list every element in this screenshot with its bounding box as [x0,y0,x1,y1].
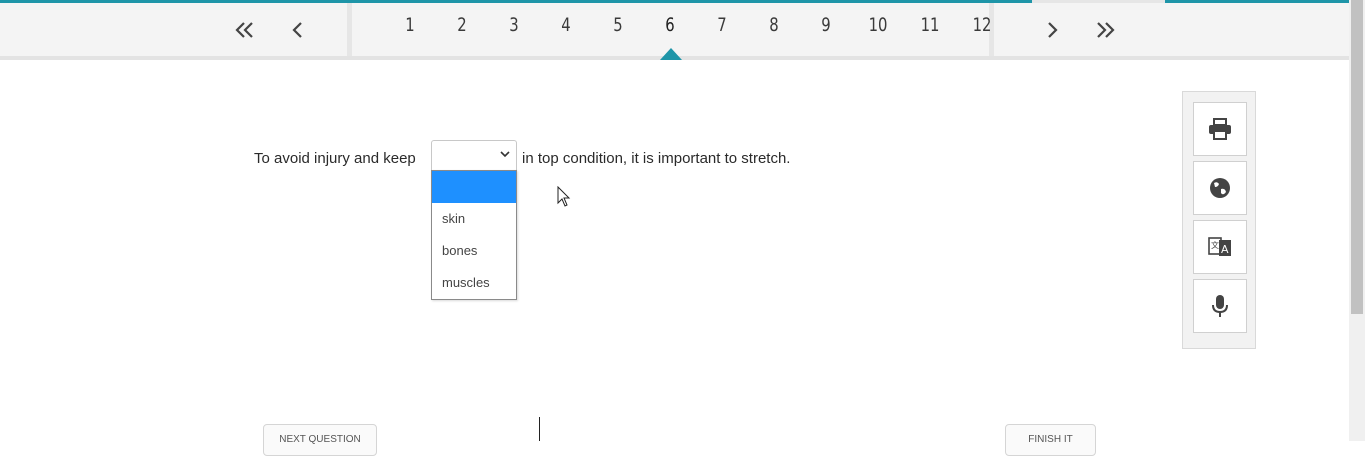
page-6-current[interactable]: 6 [654,14,685,36]
double-chevron-left-icon [235,22,253,38]
microphone-icon [1212,295,1228,317]
option-blank[interactable] [432,171,516,203]
svg-text:文: 文 [1211,240,1219,250]
double-chevron-right-icon [1097,22,1115,38]
page-2[interactable]: 2 [446,14,477,36]
first-page-button[interactable] [228,8,262,52]
finish-button[interactable]: FINISH IT [1005,424,1096,456]
print-icon [1209,118,1231,140]
page-11[interactable]: 11 [914,14,945,36]
page-7[interactable]: 7 [706,14,737,36]
page-5[interactable]: 5 [602,14,633,36]
translate-button[interactable]: A 文 [1193,220,1247,274]
globe-icon [1210,178,1230,198]
page-8[interactable]: 8 [758,14,789,36]
option-bones[interactable]: bones [432,235,516,267]
chevron-right-icon [1048,22,1058,38]
question-text-after: in top condition, it is important to str… [522,150,791,167]
next-page-button[interactable] [1038,8,1068,52]
page-1[interactable]: 1 [394,14,425,36]
answer-select[interactable] [431,140,517,170]
option-skin[interactable]: skin [432,203,516,235]
mouse-cursor-icon [557,186,571,207]
answer-dropdown-list: skin bones muscles [431,170,517,300]
page-10[interactable]: 10 [862,14,893,36]
chevron-left-icon [292,22,302,38]
page-4[interactable]: 4 [550,14,581,36]
last-page-button[interactable] [1088,8,1122,52]
microphone-button[interactable] [1193,279,1247,333]
text-cursor [539,417,540,441]
question-text-before: To avoid injury and keep [254,150,416,167]
page-9[interactable]: 9 [810,14,841,36]
option-muscles[interactable]: muscles [432,267,516,299]
chevron-down-icon [500,151,510,158]
previous-page-button[interactable] [282,8,312,52]
svg-text:A: A [1221,243,1229,256]
next-question-button[interactable]: NEXT QUESTION [263,424,377,456]
tools-panel: A 文 [1182,91,1256,349]
current-page-indicator [660,48,682,60]
scrollbar-thumb[interactable] [1351,0,1363,314]
page-3[interactable]: 3 [498,14,529,36]
globe-button[interactable] [1193,161,1247,215]
nav-separator [347,3,352,56]
translate-icon: A 文 [1208,237,1231,256]
page-12[interactable]: 12 [966,14,997,36]
print-button[interactable] [1193,102,1247,156]
